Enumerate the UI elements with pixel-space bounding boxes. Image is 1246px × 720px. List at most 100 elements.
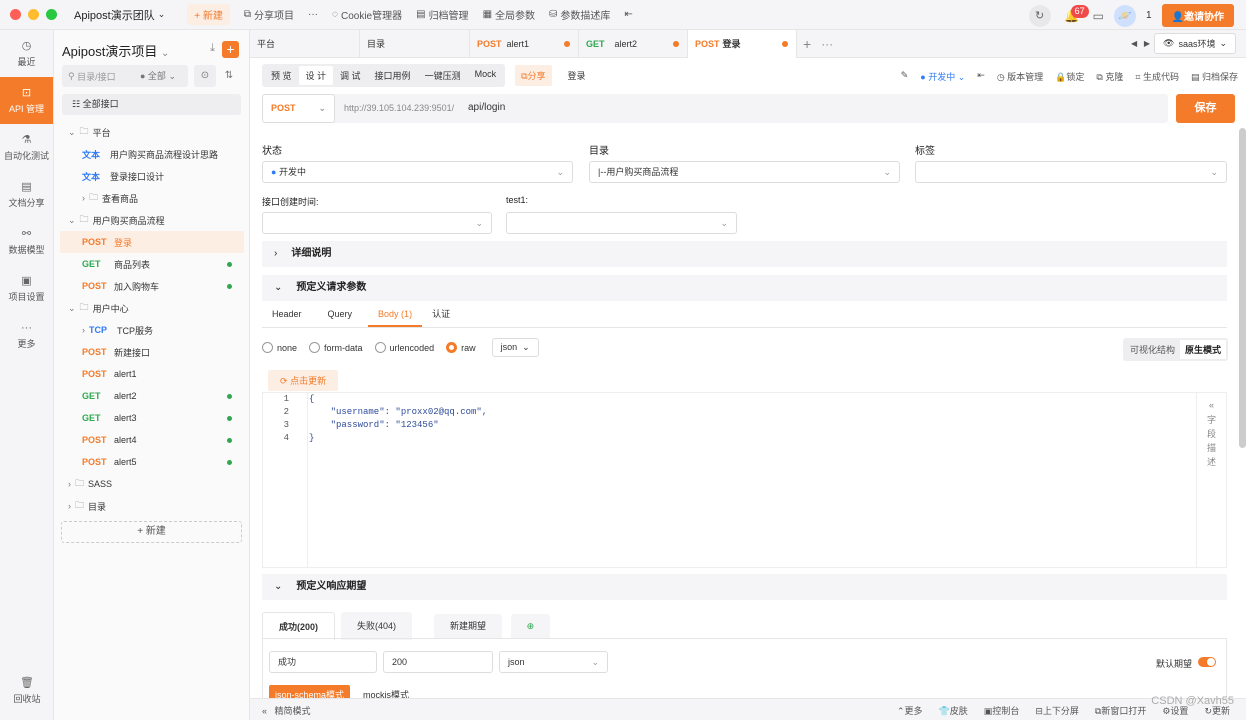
nav-item-docs[interactable]: ▤ 文档分享: [0, 171, 53, 218]
code-editor[interactable]: 1234 { "username": "proxx02@qq.com", "pa…: [262, 392, 1227, 568]
param-db-button[interactable]: ⛁ 参数描述库: [549, 7, 610, 22]
tree-folder[interactable]: ⌄ 🗀 用户购买商品流程: [60, 209, 244, 231]
collapse-icon[interactable]: ⇤: [624, 9, 632, 20]
new-button[interactable]: + 新建: [187, 4, 230, 25]
notification-bell-icon[interactable]: 🔔67: [1061, 4, 1089, 23]
close-window-button[interactable]: [10, 9, 21, 20]
tree-folder[interactable]: ⌄ 🗀 平台: [60, 121, 244, 143]
radio-none[interactable]: [262, 342, 273, 353]
archive-save-button[interactable]: ▤ 归档保存: [1191, 70, 1238, 83]
tab-directory[interactable]: 目录: [360, 29, 470, 58]
all-apis-item[interactable]: ☷ 全部接口: [62, 94, 241, 115]
tab-fail[interactable]: 失败(404): [341, 612, 413, 640]
directory-field[interactable]: |--用户购买商品流程 ⌄: [589, 161, 900, 183]
update-button[interactable]: ⟳ 点击更新: [268, 370, 339, 391]
nav-item-trash[interactable]: 🗑 回收站: [0, 667, 54, 714]
more-tabs-icon[interactable]: ···: [821, 37, 833, 51]
nav-item-model[interactable]: ⚯ 数据模型: [0, 218, 53, 265]
created-field[interactable]: ⌄: [262, 212, 492, 234]
archive-button[interactable]: ▤ 归档管理: [416, 7, 468, 22]
cookie-manager-button[interactable]: ◌ Cookie管理器: [332, 7, 402, 22]
tag-field[interactable]: ⌄: [915, 161, 1227, 183]
collapse-icon[interactable]: ⇤: [977, 70, 985, 83]
new-item-button[interactable]: + 新建: [61, 521, 242, 543]
skin-button[interactable]: 👕皮肤: [939, 704, 968, 717]
add-button[interactable]: +: [222, 41, 239, 58]
gen-code-button[interactable]: ⌗ 生成代码: [1135, 70, 1179, 83]
minimize-window-button[interactable]: [28, 9, 39, 20]
response-name-input[interactable]: 成功: [269, 651, 377, 673]
mode-debug[interactable]: 调 试: [333, 66, 368, 85]
tree-item[interactable]: POST 加入购物车: [60, 275, 244, 297]
tab-query[interactable]: Query: [318, 300, 363, 327]
share-button[interactable]: ⧉分享: [515, 64, 552, 86]
nav-item-test[interactable]: ⚗ 自动化测试: [0, 124, 53, 171]
scrollbar[interactable]: [1239, 128, 1246, 448]
request-params-section[interactable]: ⌄ 预定义请求参数: [262, 275, 1227, 301]
mode-mock[interactable]: Mock: [468, 66, 504, 85]
radio-form-data[interactable]: [309, 342, 321, 353]
nav-item-api[interactable]: ⊡ API 管理: [0, 77, 53, 124]
tree-item[interactable]: GET alert3: [60, 407, 244, 429]
response-format-select[interactable]: json ⌄: [499, 651, 608, 673]
global-params-button[interactable]: ▦ 全局参数: [483, 7, 535, 22]
more-button[interactable]: ⌃更多: [897, 704, 923, 717]
avatar[interactable]: 🪐: [1113, 4, 1136, 27]
tab-login[interactable]: POST 登录: [688, 29, 797, 58]
tab-platform[interactable]: 平台: [250, 29, 360, 58]
sync-icon[interactable]: ↻: [1028, 4, 1051, 27]
tab-success[interactable]: 成功(200): [262, 612, 336, 640]
invite-button[interactable]: 👤邀请协作: [1161, 4, 1234, 27]
env-selector[interactable]: 👁 saas环境 ⌄: [1154, 33, 1236, 54]
tree-folder[interactable]: › 🗀 查看商品: [60, 187, 244, 209]
locate-icon[interactable]: ⊙: [194, 65, 216, 87]
mode-design[interactable]: 设 计: [298, 65, 334, 85]
tab-scroll-arrows-icon[interactable]: ◀ ▶: [1131, 39, 1150, 48]
filter-select[interactable]: ● 全部 ⌄: [140, 69, 176, 82]
version-button[interactable]: ◷ 版本管理: [997, 70, 1043, 83]
message-icon[interactable]: ▭: [1093, 9, 1104, 23]
maximize-window-button[interactable]: [46, 9, 57, 20]
save-button[interactable]: 保存: [1176, 94, 1235, 123]
detail-section[interactable]: › 详细说明: [262, 241, 1227, 267]
radio-urlencoded[interactable]: [374, 342, 386, 353]
api-name-input[interactable]: 登录: [568, 69, 586, 82]
nav-item-recent[interactable]: ◷ 最近: [0, 30, 53, 77]
tree-item[interactable]: 文本 登录接口设计: [60, 165, 244, 187]
status-select[interactable]: ● 开发中 ⌄: [920, 70, 965, 83]
response-section[interactable]: ⌄ 预定义响应期望: [262, 574, 1227, 600]
field-desc-panel[interactable]: «字段描述: [1196, 393, 1226, 567]
simple-mode-button[interactable]: « 精简模式: [262, 704, 311, 717]
clone-button[interactable]: ⧉ 克隆: [1096, 70, 1123, 83]
tab-body[interactable]: Body (1): [368, 300, 423, 327]
console-button[interactable]: ▣控制台: [984, 704, 1020, 717]
tree-item[interactable]: › TCP TCP服务: [60, 319, 244, 341]
tree-item[interactable]: POST 新建接口: [60, 341, 244, 363]
tree-item[interactable]: POST alert5: [60, 451, 244, 473]
url-path-input[interactable]: api/login: [468, 102, 505, 113]
raw-mode-button[interactable]: 原生模式: [1179, 340, 1226, 359]
mode-cases[interactable]: 接口用例: [368, 66, 418, 85]
tree-item[interactable]: GET alert2: [60, 385, 244, 407]
tab-alert2[interactable]: GET alert2: [579, 29, 688, 58]
format-select[interactable]: json ⌄: [491, 338, 539, 357]
share-project-button[interactable]: ⧉ 分享项目: [244, 7, 294, 22]
tree-item[interactable]: GET 商品列表: [60, 253, 244, 275]
method-select[interactable]: POST ⌄: [262, 94, 335, 123]
tab-header[interactable]: Header: [262, 300, 312, 327]
visual-mode-button[interactable]: 可视化结构: [1125, 340, 1180, 359]
tab-auth[interactable]: 认证: [422, 300, 460, 327]
more-menu[interactable]: ···: [308, 9, 318, 20]
sort-icon[interactable]: ⇅: [218, 65, 240, 87]
team-selector[interactable]: Apipost演示团队: [74, 7, 155, 23]
tree-folder[interactable]: ⌄ 🗀 用户中心: [60, 297, 244, 319]
import-icon[interactable]: ⤓: [210, 42, 215, 55]
tree-folder[interactable]: › 🗀 SASS: [60, 473, 244, 495]
edit-icon[interactable]: ✎: [901, 70, 909, 83]
tree-item[interactable]: POST 登录: [60, 231, 244, 253]
tree-item[interactable]: POST alert4: [60, 429, 244, 451]
tree-item[interactable]: POST alert1: [60, 363, 244, 385]
lock-button[interactable]: 🔒锁定: [1055, 70, 1084, 83]
mode-preview[interactable]: 预 览: [264, 66, 299, 85]
status-field[interactable]: ● 开发中 ⌄: [262, 161, 573, 183]
